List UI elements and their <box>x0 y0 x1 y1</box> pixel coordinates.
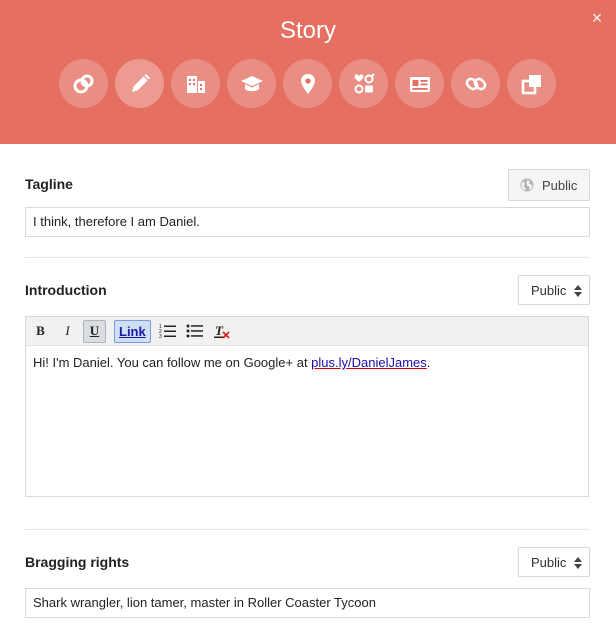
select-arrows-icon <box>574 556 582 570</box>
introduction-text[interactable]: Hi! I'm Daniel. You can follow me on Goo… <box>26 346 588 379</box>
tagline-input[interactable]: I think, therefore I am Daniel. <box>25 207 590 237</box>
dialog-header: Story × <box>0 0 616 144</box>
bold-button[interactable]: B <box>29 320 52 343</box>
numbered-list-icon[interactable]: 123 <box>157 320 180 343</box>
people-icon[interactable] <box>59 59 108 108</box>
bulleted-list-icon[interactable] <box>184 320 207 343</box>
underline-button[interactable]: U <box>83 319 106 343</box>
svg-text:3: 3 <box>159 334 162 339</box>
select-arrows-icon <box>574 284 582 298</box>
bragging-rights-visibility-label: Public <box>531 555 567 570</box>
remove-formatting-icon[interactable]: T <box>211 320 234 343</box>
tagline-label: Tagline <box>25 176 73 192</box>
svg-text:T: T <box>215 323 224 338</box>
bragging-rights-visibility-select[interactable]: Public <box>518 547 590 577</box>
introduction-visibility-label: Public <box>531 283 567 298</box>
link-button[interactable]: Link <box>114 319 151 343</box>
italic-button[interactable]: I <box>56 320 79 343</box>
other-profiles-icon[interactable] <box>507 59 556 108</box>
introduction-label: Introduction <box>25 282 107 298</box>
dialog-title: Story <box>279 17 336 44</box>
bragging-rights-label: Bragging rights <box>25 554 130 570</box>
links-icon[interactable] <box>451 59 500 108</box>
editor-toolbar: B I U Link 123 T <box>26 317 588 346</box>
introduction-visibility-select[interactable]: Public <box>518 275 590 305</box>
section-divider <box>25 257 590 258</box>
pencil-icon[interactable] <box>115 59 164 108</box>
section-icon-row <box>59 59 556 108</box>
tagline-visibility-label: Public <box>542 178 578 193</box>
building-icon[interactable] <box>171 59 220 108</box>
contact-card-icon[interactable] <box>395 59 444 108</box>
introduction-editor: B I U Link 123 T Hi! I'm Daniel. You can… <box>25 316 589 497</box>
basic-info-icon[interactable] <box>339 59 388 108</box>
section-divider <box>25 529 590 530</box>
close-button[interactable]: × <box>588 9 606 27</box>
bragging-rights-input[interactable]: Shark wrangler, lion tamer, master in Ro… <box>25 588 590 618</box>
tagline-visibility-button[interactable]: Public <box>508 169 590 201</box>
introduction-text-after: . <box>426 355 431 370</box>
introduction-text-before: Hi! I'm Daniel. You can follow me on Goo… <box>33 355 312 370</box>
location-icon[interactable] <box>283 59 332 108</box>
globe-icon <box>520 178 534 192</box>
introduction-link[interactable]: plus.ly/DanielJames <box>311 355 427 370</box>
education-icon[interactable] <box>227 59 276 108</box>
